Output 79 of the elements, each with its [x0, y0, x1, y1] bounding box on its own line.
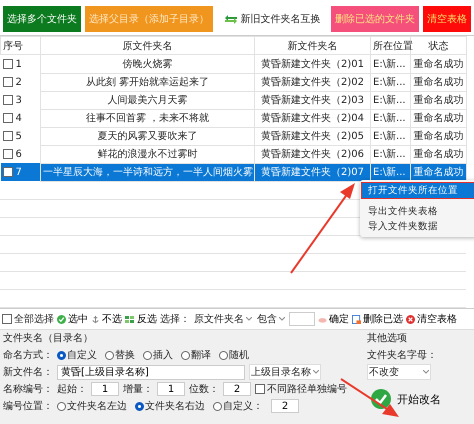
table-cell: 一半星辰大海，一半诗和远方，一半人间烟火雾 [43, 167, 253, 178]
field-label: 编号位置： [3, 400, 53, 413]
table-cell: 1 [16, 58, 22, 70]
menu-item[interactable]: 打开文件夹所在位置 [362, 183, 474, 198]
radio-label: 文件夹名左边 [67, 400, 127, 413]
checkbox-label: 不同路径单独编号 [267, 382, 347, 396]
table-cell: E:\新... [373, 167, 406, 178]
table-cell: 黄昏新建文件夹（2)07 [261, 167, 364, 178]
table-cell: 鲜花的浪漫永不过雾时 [98, 149, 198, 160]
table-cell: 重命名成功 [414, 95, 464, 106]
group-title: 文件夹名（目录名） [3, 332, 94, 346]
table-cell: 4 [16, 112, 22, 124]
case-dropdown[interactable]: 不改变 [367, 364, 431, 380]
table-cell: 黄昏新建文件夹（2)03 [261, 95, 364, 106]
radio-label: 自定义 [67, 348, 97, 362]
field-label: 命名方式： [3, 348, 53, 362]
table-cell: 2 [16, 76, 22, 88]
group-title: 其他选项 [367, 332, 408, 346]
table-cell: 黄昏新建文件夹（2)06 [261, 149, 364, 160]
table-cell: 重命名成功 [414, 131, 464, 142]
field-label: 位数： [189, 383, 219, 396]
table-cell: E:\新... [373, 77, 406, 88]
table-cell: 7 [16, 166, 22, 178]
clear-table-button[interactable]: 清空表格 [406, 312, 457, 326]
table-cell: 人间最美六月天雾 [108, 95, 188, 106]
digits-field[interactable]: 2 [223, 382, 251, 396]
start-field[interactable]: 1 [91, 382, 119, 396]
invert-button[interactable]: 反选 [125, 312, 157, 326]
radio-label: 自定义： [223, 400, 263, 413]
new-name-field[interactable]: 黄昏[上级目录名称] [57, 364, 245, 380]
checkbox-label: 全部选择 [14, 312, 54, 326]
radio-label: 插入 [153, 348, 173, 362]
table-cell: E:\新... [373, 95, 406, 106]
column-header[interactable]: 序号 [0, 36, 40, 54]
field-label: 起始： [57, 382, 87, 396]
match-dropdown[interactable]: 包含 [256, 312, 286, 326]
table-cell: 重命名成功 [414, 167, 464, 178]
field-dropdown[interactable]: 原文件夹名 [193, 312, 253, 326]
menu-item[interactable]: 导入文件夹数据 [362, 219, 474, 234]
delete-selected-button[interactable]: 删除已选 [352, 312, 403, 326]
deselect-button[interactable]: 不选 [91, 312, 122, 326]
table-cell: 黄昏新建文件夹（2)02 [261, 77, 364, 88]
table-cell: 夏天的风雾又要吹来了 [98, 131, 198, 142]
confirm-button[interactable]: 确定 [318, 312, 349, 326]
table-cell: 重命名成功 [414, 149, 464, 160]
table-cell: 黄昏新建文件夹（2)04 [261, 113, 364, 124]
table-cell: 黄昏新建文件夹（2)05 [261, 131, 364, 142]
field-label: 名称编号： [3, 382, 53, 396]
menu-item[interactable]: 导出文件夹表格 [362, 204, 474, 219]
table-cell: 6 [16, 148, 22, 160]
table-cell: 从此刻 雾开始就幸运起来了 [86, 77, 210, 88]
custom-position-field[interactable]: 2 [271, 399, 299, 413]
field-label: 增量： [123, 383, 153, 396]
column-header[interactable]: 所在位置 [370, 36, 410, 54]
radio-label: 文件夹名右边 [145, 400, 205, 413]
select-label: 选择： [160, 312, 190, 326]
radio-label: 翻译 [191, 348, 211, 362]
table-cell: 傍晚火烧雾 [122, 58, 172, 70]
table-cell: 3 [16, 94, 22, 106]
insert-dropdown[interactable]: 上级目录名称 [249, 364, 321, 380]
table-cell: E:\新... [373, 113, 406, 124]
table-cell: E:\新... [373, 131, 406, 142]
radio-label: 随机 [229, 348, 249, 362]
table-cell: 重命名成功 [414, 77, 464, 88]
toolbar-button[interactable]: 选择多个文件夹 [3, 6, 81, 32]
step-field[interactable]: 1 [157, 382, 185, 396]
column-header[interactable]: 新文件夹名 [254, 36, 370, 54]
table-cell: 黄昏新建文件夹（2)01 [261, 58, 364, 70]
table-cell: 5 [16, 130, 22, 142]
table-cell: E:\新... [373, 58, 406, 70]
column-header[interactable]: 原文件夹名 [40, 36, 254, 54]
field-label: 文件夹名字母： [367, 348, 437, 362]
table-cell: 重命名成功 [414, 58, 464, 70]
table-cell: E:\新... [373, 149, 406, 160]
select-button[interactable]: 选中 [57, 312, 88, 326]
field-label: 新文件名： [3, 366, 53, 379]
radio-label: 替换 [115, 348, 135, 362]
table-cell: 重命名成功 [414, 113, 464, 124]
table-cell: 往事不回首雾 ，未来不将就 [86, 113, 210, 124]
